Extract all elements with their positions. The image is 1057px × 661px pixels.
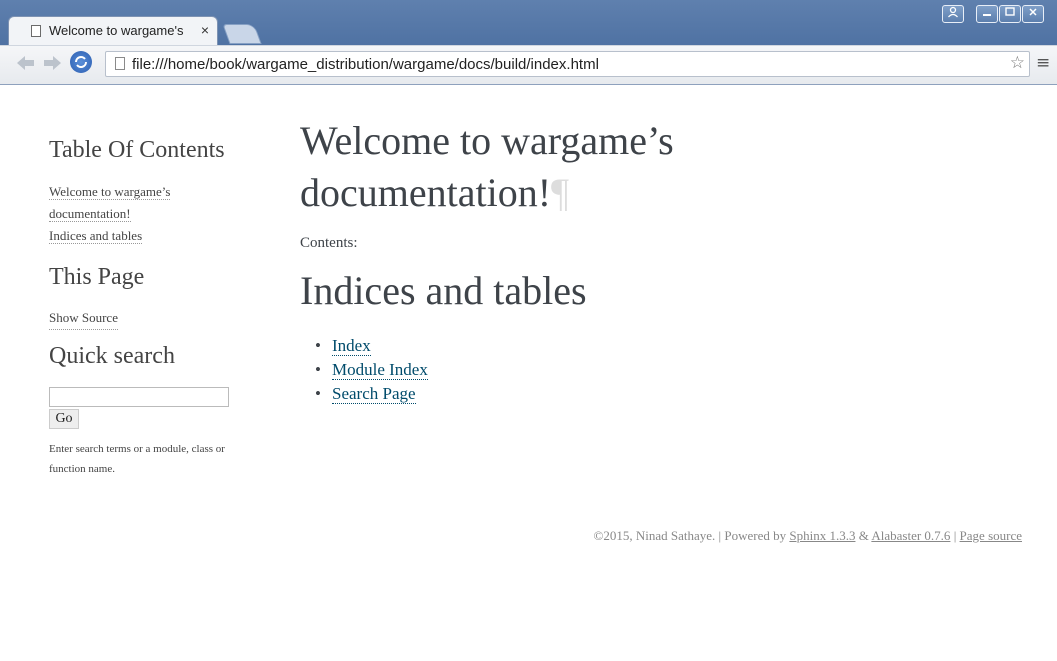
url-text[interactable]: file:///home/book/wargame_distribution/w… (132, 56, 599, 73)
search-hint: Enter search terms or a module, class or… (49, 443, 225, 475)
minimize-icon[interactable] (976, 5, 998, 23)
close-icon[interactable] (1022, 5, 1044, 23)
toc-heading: Table Of Contents (49, 137, 225, 163)
footer-separator: | (950, 528, 960, 543)
new-tab-button[interactable] (222, 24, 262, 44)
permalink-icon[interactable]: ¶ (551, 170, 569, 215)
show-source-link[interactable]: Show Source (49, 307, 118, 330)
profile-icon[interactable] (942, 5, 964, 23)
menu-icon[interactable]: ≡ (1036, 53, 1050, 73)
list-item: Index (315, 334, 428, 358)
browser-chrome: Welcome to wargame's × file:///home/book… (0, 0, 1057, 85)
tab-title: Welcome to wargame's (49, 23, 184, 38)
footer-copyright: ©2015, Ninad Sathaye. | Powered by (593, 528, 790, 543)
address-bar[interactable]: file:///home/book/wargame_distribution/w… (105, 51, 1030, 77)
page-icon (31, 25, 41, 37)
contents-label: Contents: (300, 235, 358, 251)
main-content: Welcome to wargame’s documentation!¶ Con… (300, 115, 1000, 406)
page-source-link[interactable]: Page source (960, 528, 1022, 543)
quick-search-heading: Quick search (49, 343, 175, 369)
indices-heading: Indices and tables (300, 268, 587, 313)
this-page-heading: This Page (49, 264, 145, 290)
browser-tab[interactable]: Welcome to wargame's × (8, 16, 218, 45)
maximize-icon[interactable] (999, 5, 1021, 23)
page-content: Table Of Contents Welcome to wargame’s d… (0, 85, 1057, 661)
forward-arrow-icon[interactable] (42, 54, 62, 77)
search-page-link[interactable]: Search Page (332, 384, 416, 404)
search-input[interactable] (49, 387, 229, 407)
tab-close-icon[interactable]: × (201, 22, 209, 38)
list-item: Search Page (315, 382, 428, 406)
alabaster-link[interactable]: Alabaster 0.7.6 (871, 528, 950, 543)
browser-toolbar: file:///home/book/wargame_distribution/w… (0, 45, 1057, 84)
tab-strip: Welcome to wargame's × (0, 0, 1057, 45)
index-list: Index Module Index Search Page (300, 334, 428, 406)
star-icon[interactable]: ☆ (1010, 53, 1025, 73)
module-index-link[interactable]: Module Index (332, 360, 428, 380)
go-button[interactable]: Go (49, 409, 79, 429)
toc-list: Welcome to wargame’s documentation! Indi… (49, 181, 249, 247)
toc-item-welcome[interactable]: Welcome to wargame’s documentation! (49, 184, 171, 222)
sphinx-link[interactable]: Sphinx 1.3.3 (789, 528, 855, 543)
back-arrow-icon[interactable] (16, 54, 36, 77)
page-title: Welcome to wargame’s documentation!¶ (300, 115, 780, 219)
footer: ©2015, Ninad Sathaye. | Powered by Sphin… (593, 528, 1022, 544)
reload-icon[interactable] (70, 51, 92, 73)
list-item: Module Index (315, 358, 428, 382)
footer-amp: & (855, 528, 872, 543)
page-icon (115, 57, 125, 70)
toc-item-indices[interactable]: Indices and tables (49, 228, 143, 244)
page-title-text: Welcome to wargame’s documentation! (300, 118, 674, 215)
index-link[interactable]: Index (332, 336, 371, 356)
